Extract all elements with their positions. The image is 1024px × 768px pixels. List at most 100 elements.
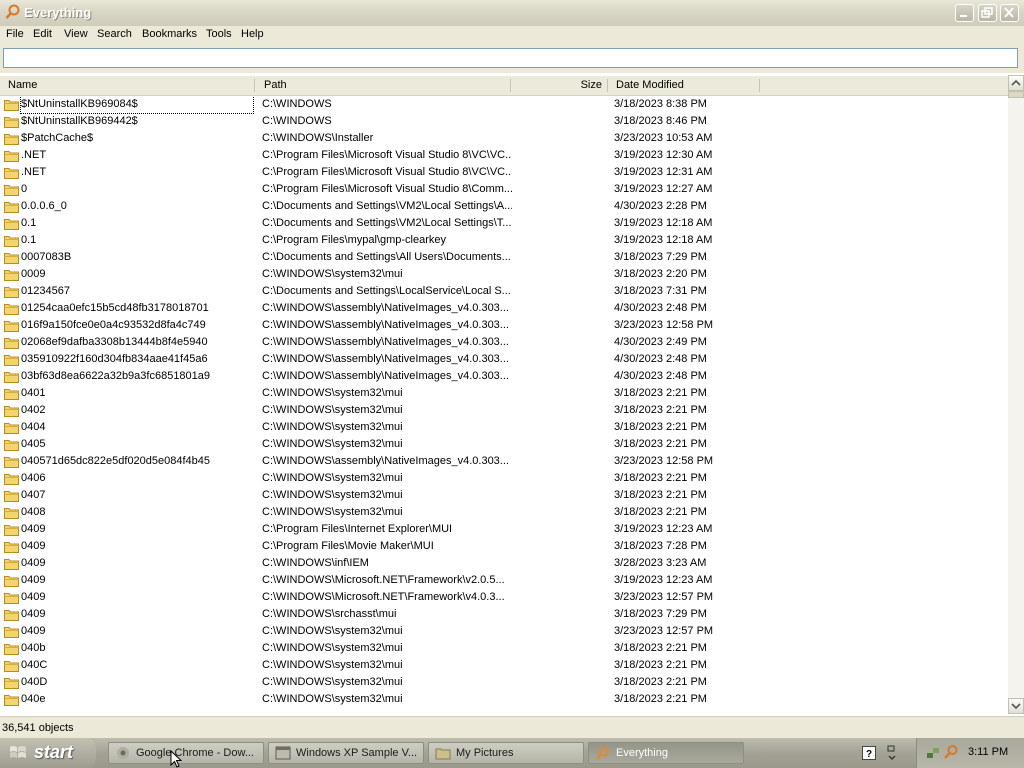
column-path[interactable]: Path: [256, 76, 511, 95]
item-name: 01234567: [21, 285, 70, 297]
scroll-up-button[interactable]: [1008, 75, 1024, 91]
list-item[interactable]: 040D C:\WINDOWS\system32\mui 3/18/2023 2:2…: [0, 674, 1008, 691]
list-item[interactable]: 035910922f160d304fb834aae41f45a6 C:\WINDO…: [0, 351, 1008, 368]
item-path: C:\WINDOWS\system32\mui: [262, 404, 403, 416]
search-input[interactable]: [3, 48, 1018, 68]
item-date-modified: 3/23/2023 12:57 PM: [614, 591, 714, 603]
menu-edit[interactable]: Edit: [33, 28, 52, 40]
item-name: 0408: [21, 506, 46, 518]
menu-tools[interactable]: Tools: [206, 28, 232, 40]
item-date-modified: 3/18/2023 2:21 PM: [614, 404, 707, 416]
network-icon[interactable]: [925, 745, 941, 761]
column-header: Name Path Size Date Modified: [0, 76, 1008, 96]
item-name: 02068ef9dafba3308b13444b8f4e5940: [21, 336, 208, 348]
help-icon[interactable]: ?: [862, 746, 876, 760]
item-date-modified: 4/30/2023 2:28 PM: [614, 200, 707, 212]
menu-search[interactable]: Search: [97, 28, 132, 40]
list-item[interactable]: .NET C:\Program Files\Microsoft Visual St…: [0, 164, 1008, 181]
file-list[interactable]: $NtUninstallKB969084$ C:\WINDOWS 3/18/2023…: [0, 96, 1008, 714]
menu-bar: File Edit View Search Bookmarks Tools He…: [0, 26, 1024, 44]
folder-icon: [4, 100, 19, 111]
item-date-modified: 3/19/2023 12:23 AM: [614, 574, 713, 586]
list-item[interactable]: 0409 C:\WINDOWS\Microsoft.NET\Framework\v…: [0, 589, 1008, 606]
list-item[interactable]: 016f9a150fce0e0a4c93532d8fa4c749 C:\WINDO…: [0, 317, 1008, 334]
folder-icon: [4, 576, 19, 587]
menu-bookmarks[interactable]: Bookmarks: [142, 28, 197, 40]
list-item[interactable]: 0406 C:\WINDOWS\system32\mui 3/18/2023 2:2…: [0, 470, 1008, 487]
item-date-modified: 3/18/2023 7:29 PM: [614, 251, 707, 263]
list-item[interactable]: $NtUninstallKB969084$ C:\WINDOWS 3/18/2023…: [0, 96, 1008, 114]
list-item[interactable]: 01254caa0efc15b5cd48fb3178018701 C:\WINDO…: [0, 300, 1008, 317]
restore-down-icon[interactable]: [886, 744, 898, 762]
list-item[interactable]: 0409 C:\Program Files\Movie Maker\MUI 3/18…: [0, 538, 1008, 555]
list-item[interactable]: 0405 C:\WINDOWS\system32\mui 3/18/2023 2:2…: [0, 436, 1008, 453]
list-item[interactable]: 040e C:\WINDOWS\system32\mui 3/18/2023 2:2…: [0, 691, 1008, 708]
scroll-down-button[interactable]: [1008, 698, 1024, 714]
item-name: 0409: [21, 540, 46, 552]
item-path: C:\WINDOWS\system32\mui: [262, 421, 403, 433]
scroll-thumb[interactable]: [1008, 91, 1024, 98]
item-path: C:\WINDOWS\Installer: [262, 132, 374, 144]
list-item[interactable]: 0409 C:\Program Files\Internet Explorer\M…: [0, 521, 1008, 538]
item-path: C:\WINDOWS\assembly\NativeImages_v4.0.30…: [262, 319, 509, 331]
folder-icon: [4, 474, 19, 485]
list-item[interactable]: $NtUninstallKB969442$ C:\WINDOWS 3/18/2023…: [0, 113, 1008, 130]
folder-icon: [4, 508, 19, 519]
list-item[interactable]: 0.0.0.6_0 C:\Documents and Settings\VM2\L…: [0, 198, 1008, 215]
item-date-modified: 3/28/2023 3:23 AM: [614, 557, 707, 569]
column-date-modified[interactable]: Date Modified: [608, 76, 760, 95]
list-item[interactable]: 03bf63d8ea6622a32b9a3fc6851801a9 C:\WINDO…: [0, 368, 1008, 385]
task-windows-xp-sample[interactable]: Windows XP Sample V...: [268, 742, 424, 764]
task-everything[interactable]: Everything: [588, 742, 744, 764]
folder-icon: [4, 593, 19, 604]
item-path: C:\WINDOWS\assembly\NativeImages_v4.0.30…: [262, 302, 509, 314]
item-date-modified: 4/30/2023 2:48 PM: [614, 302, 707, 314]
menu-help[interactable]: Help: [241, 28, 264, 40]
folder-icon: [4, 168, 19, 179]
close-icon: [1004, 7, 1014, 18]
start-button[interactable]: start: [0, 738, 96, 768]
folder-icon: [4, 134, 19, 145]
item-path: C:\Documents and Settings\VM2\Local Sett…: [262, 217, 512, 229]
close-button[interactable]: [1000, 4, 1019, 22]
list-item[interactable]: 040b C:\WINDOWS\system32\mui 3/18/2023 2:2…: [0, 640, 1008, 657]
list-item[interactable]: 0401 C:\WINDOWS\system32\mui 3/18/2023 2:2…: [0, 385, 1008, 402]
column-size[interactable]: Size: [512, 76, 608, 95]
menu-file[interactable]: File: [6, 28, 24, 40]
item-date-modified: 3/18/2023 2:21 PM: [614, 472, 707, 484]
list-item[interactable]: 0402 C:\WINDOWS\system32\mui 3/18/2023 2:2…: [0, 402, 1008, 419]
list-item[interactable]: .NET C:\Program Files\Microsoft Visual St…: [0, 147, 1008, 164]
minimize-button[interactable]: [955, 4, 974, 22]
restore-icon: [981, 7, 993, 18]
menu-view[interactable]: View: [64, 28, 88, 40]
list-item[interactable]: $PatchCache$ C:\WINDOWS\Installer 3/23/202…: [0, 130, 1008, 147]
folder-icon: [4, 457, 19, 468]
list-item[interactable]: 0409 C:\WINDOWS\inf\IEM 3/28/2023 3:23 AM: [0, 555, 1008, 572]
list-item[interactable]: 0009 C:\WINDOWS\system32\mui 3/18/2023 2:2…: [0, 266, 1008, 283]
item-path: C:\WINDOWS\system32\mui: [262, 489, 403, 501]
search-icon[interactable]: [943, 744, 959, 760]
title-bar[interactable]: Everything: [0, 0, 1024, 27]
task-my-pictures[interactable]: My Pictures: [428, 742, 584, 764]
list-item[interactable]: 040C C:\WINDOWS\system32\mui 3/18/2023 2:2…: [0, 657, 1008, 674]
list-item[interactable]: 02068ef9dafba3308b13444b8f4e5940 C:\WINDO…: [0, 334, 1008, 351]
list-item[interactable]: 0409 C:\WINDOWS\system32\mui 3/23/2023 12:…: [0, 623, 1008, 640]
list-item[interactable]: 0409 C:\WINDOWS\Microsoft.NET\Framework\v…: [0, 572, 1008, 589]
column-name[interactable]: Name: [0, 76, 255, 95]
item-path: C:\WINDOWS\assembly\NativeImages_v4.0.30…: [262, 455, 509, 467]
list-item[interactable]: 0408 C:\WINDOWS\system32\mui 3/18/2023 2:2…: [0, 504, 1008, 521]
list-item[interactable]: 0 C:\Program Files\Microsoft Visual Studi…: [0, 181, 1008, 198]
list-item[interactable]: 0.1 C:\Program Files\mypal\gmp-clearkey 3/…: [0, 232, 1008, 249]
vertical-scrollbar[interactable]: [1008, 75, 1024, 714]
restore-button[interactable]: [978, 4, 997, 22]
item-date-modified: 3/18/2023 7:28 PM: [614, 540, 707, 552]
list-item[interactable]: 0.1 C:\Documents and Settings\VM2\Local S…: [0, 215, 1008, 232]
list-item-partial[interactable]: [0, 708, 1008, 714]
task-google-chrome[interactable]: Google Chrome - Dow...: [108, 742, 264, 764]
list-item[interactable]: 0404 C:\WINDOWS\system32\mui 3/18/2023 2:2…: [0, 419, 1008, 436]
list-item[interactable]: 01234567 C:\Documents and Settings\LocalS…: [0, 283, 1008, 300]
list-item[interactable]: 040571d65dc822e5df020d5e084f4b45 C:\WINDO…: [0, 453, 1008, 470]
list-item[interactable]: 0409 C:\WINDOWS\srchasst\mui 3/18/2023 7:2…: [0, 606, 1008, 623]
list-item[interactable]: 0407 C:\WINDOWS\system32\mui 3/18/2023 2:2…: [0, 487, 1008, 504]
list-item[interactable]: 0007083B C:\Documents and Settings\All Us…: [0, 249, 1008, 266]
